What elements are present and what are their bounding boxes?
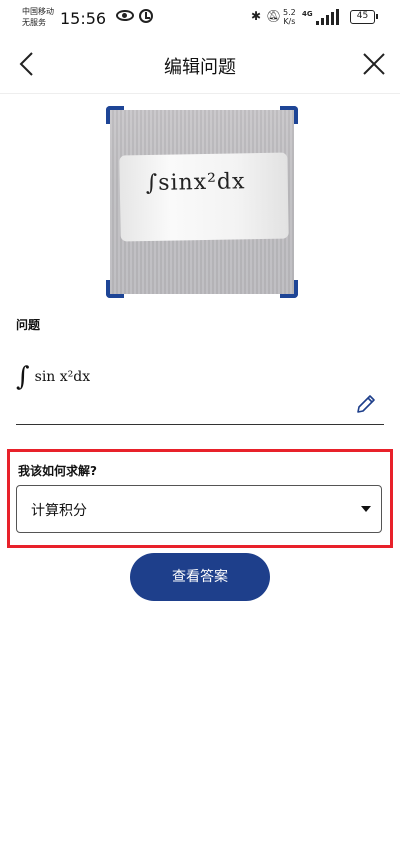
solve-method-dropdown[interactable]: 计算积分 bbox=[16, 485, 382, 533]
cropped-photo[interactable]: ∫sinx²dx bbox=[106, 106, 298, 298]
crop-handle-bottom-right[interactable] bbox=[280, 280, 298, 298]
network-type: 4G bbox=[302, 10, 313, 18]
close-button[interactable] bbox=[358, 48, 390, 80]
status-bar: 中国移动 无服务 15:56 ✱ 🔕︎ 5.2 K/s 4G 45 bbox=[0, 0, 400, 36]
pencil-icon bbox=[357, 395, 375, 413]
view-answer-button[interactable]: 查看答案 bbox=[130, 553, 270, 601]
speed-value: 5.2 bbox=[283, 8, 296, 17]
crop-handle-top-right[interactable] bbox=[280, 106, 298, 124]
integral-sign: ∫ bbox=[16, 362, 30, 392]
question-formula-field[interactable]: ∫ sin x²dx bbox=[16, 362, 346, 402]
carrier-info: 中国移动 无服务 bbox=[22, 6, 54, 28]
question-label: 问题 bbox=[16, 318, 41, 332]
crop-handle-bottom-left[interactable] bbox=[106, 280, 124, 298]
battery-icon: 45 bbox=[350, 10, 378, 24]
bluetooth-icon: ✱ bbox=[251, 9, 262, 23]
crop-handle-top-left[interactable] bbox=[106, 106, 124, 124]
page-title: 编辑问题 bbox=[164, 57, 236, 78]
eye-icon bbox=[116, 10, 134, 21]
solve-method-value: 计算积分 bbox=[31, 503, 87, 519]
network-speed: 5.2 K/s bbox=[283, 8, 296, 26]
alarm-icon bbox=[139, 9, 153, 23]
edit-button[interactable] bbox=[354, 392, 378, 416]
close-icon bbox=[363, 53, 385, 75]
mute-icon: 🔕︎ bbox=[266, 9, 282, 23]
question-underline bbox=[16, 424, 384, 425]
clock: 15:56 bbox=[60, 9, 107, 28]
signal-icon bbox=[314, 9, 344, 25]
question-formula: sin x²dx bbox=[34, 369, 91, 385]
carrier-name: 中国移动 bbox=[22, 7, 54, 16]
speed-unit: K/s bbox=[283, 17, 296, 26]
solve-method-label: 我该如何求解? bbox=[18, 464, 97, 478]
solve-method-section: 我该如何求解? 计算积分 bbox=[7, 449, 393, 548]
handwritten-formula: ∫sinx²dx bbox=[145, 169, 246, 197]
service-status: 无服务 bbox=[22, 18, 46, 27]
app-header: 编辑问题 bbox=[0, 36, 400, 94]
caret-down-icon bbox=[361, 506, 371, 512]
photo-paper: ∫sinx²dx bbox=[119, 152, 289, 242]
